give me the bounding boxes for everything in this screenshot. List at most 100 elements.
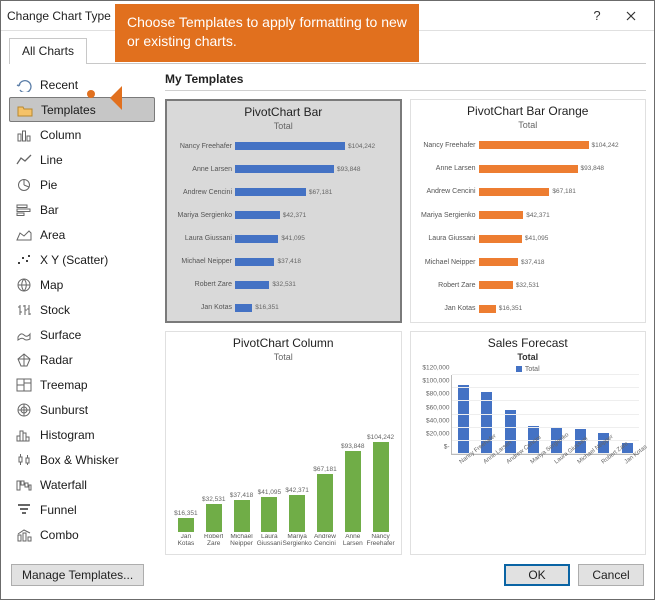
template-subtitle: Total [417, 120, 640, 130]
scatter-icon [15, 252, 33, 268]
bar-row: Robert Zare$32,531 [177, 279, 390, 290]
column: $93,848AnneLarsen [342, 443, 364, 550]
bar-row: Robert Zare$32,531 [421, 280, 636, 291]
column: $32,531RobertZare [203, 496, 225, 550]
template-title: Sales Forecast [417, 336, 640, 350]
sidebar-item-label: Line [40, 153, 63, 167]
sidebar-item-label: Histogram [40, 428, 95, 442]
cancel-button[interactable]: Cancel [578, 564, 644, 586]
sidebar-item-label: Pie [40, 178, 57, 192]
template-sales-forecast[interactable]: Sales Forecast Total Total $-$20,000$40,… [410, 331, 647, 555]
sidebar-item-label: Column [40, 128, 81, 142]
section-header: My Templates [165, 72, 646, 91]
template-title: PivotChart Bar [173, 105, 394, 119]
manage-templates-button[interactable]: Manage Templates... [11, 564, 144, 586]
waterfall-icon [15, 477, 33, 493]
line-icon [15, 152, 33, 168]
radar-icon [15, 352, 33, 368]
area-icon [15, 227, 33, 243]
template-pivotchart-bar[interactable]: PivotChart Bar Total Nancy Freehafer$104… [165, 99, 402, 323]
help-button[interactable]: ? [580, 5, 614, 27]
funnel-icon [15, 502, 33, 518]
forecast-bar [458, 385, 469, 454]
main-area: Recent Templates Column Line Pie Bar Area X Y (… [9, 64, 646, 555]
bar-row: Andrew Cencini$67,181 [421, 186, 636, 197]
template-subtitle: Total [173, 121, 394, 131]
sidebar-item-funnel[interactable]: Funnel [9, 497, 155, 522]
column: $37,418MichaelNeipper [231, 492, 253, 550]
tooltip-callout: Choose Templates to apply formatting to … [115, 4, 419, 62]
sidebar-item-label: Combo [40, 528, 79, 542]
recent-icon [15, 77, 33, 93]
bar-row: Anne Larsen$93,848 [177, 164, 390, 175]
sidebar-item-templates[interactable]: Templates [9, 97, 155, 122]
column: $104,242NancyFreehafer [370, 434, 392, 550]
template-title: PivotChart Bar Orange [417, 104, 640, 118]
callout-text: Choose Templates to apply formatting to … [127, 14, 407, 49]
sidebar-item-radar[interactable]: Radar [9, 347, 155, 372]
sidebar-item-surface[interactable]: Surface [9, 322, 155, 347]
sidebar-item-histogram[interactable]: Histogram [9, 422, 155, 447]
sidebar-item-treemap[interactable]: Treemap [9, 372, 155, 397]
close-button[interactable] [614, 5, 648, 27]
template-title: PivotChart Column [172, 336, 395, 350]
sidebar-item-scatter[interactable]: X Y (Scatter) [9, 247, 155, 272]
chart-preview-bar-blue: Nancy Freehafer$104,242Anne Larsen$93,84… [173, 135, 394, 319]
tab-all-charts[interactable]: All Charts [9, 38, 87, 64]
sidebar-item-label: Treemap [40, 378, 88, 392]
ok-button[interactable]: OK [504, 564, 570, 586]
column: $16,351JanKotas [175, 510, 197, 550]
sidebar-item-box[interactable]: Box & Whisker [9, 447, 155, 472]
treemap-icon [15, 377, 33, 393]
forecast-xlabels: Nancy FreehaferAnne LarsenAndrew Cencini… [451, 456, 640, 462]
change-chart-type-dialog: Change Chart Type ? Choose Templates to … [0, 0, 655, 600]
sidebar-item-area[interactable]: Area [9, 222, 155, 247]
template-pivotchart-column[interactable]: PivotChart Column Total $16,351JanKotas$… [165, 331, 402, 555]
chart-preview-column-green: $16,351JanKotas $32,531RobertZare $37,418M… [172, 366, 395, 552]
bar-row: Nancy Freehafer$104,242 [421, 140, 636, 151]
forecast-legend: Total [417, 366, 640, 373]
sidebar-item-pie[interactable]: Pie [9, 172, 155, 197]
template-subtitle: Total [417, 352, 640, 362]
sidebar-item-line[interactable]: Line [9, 147, 155, 172]
sidebar-item-sunburst[interactable]: Sunburst [9, 397, 155, 422]
sidebar-item-column[interactable]: Column [9, 122, 155, 147]
close-icon [626, 11, 636, 21]
bar-row: Jan Kotas$16,351 [177, 302, 390, 313]
template-pivotchart-bar-orange[interactable]: PivotChart Bar Orange Total Nancy Freeha… [410, 99, 647, 323]
sidebar-item-label: Area [40, 228, 65, 242]
sidebar-item-label: Funnel [40, 503, 77, 517]
sidebar-item-label: Recent [40, 78, 78, 92]
sidebar-item-label: Templates [41, 103, 96, 117]
stock-icon [15, 302, 33, 318]
sidebar-item-bar[interactable]: Bar [9, 197, 155, 222]
sidebar-item-label: Radar [40, 353, 73, 367]
sunburst-icon [15, 402, 33, 418]
bar-row: Michael Neipper$37,418 [421, 257, 636, 268]
templates-icon [16, 102, 34, 118]
bar-row: Laura Giussani$41,095 [177, 233, 390, 244]
histogram-icon [15, 427, 33, 443]
box-icon [15, 452, 33, 468]
templates-grid: PivotChart Bar Total Nancy Freehafer$104… [165, 99, 646, 555]
bar-row: Michael Neipper$37,418 [177, 256, 390, 267]
sidebar-item-map[interactable]: Map [9, 272, 155, 297]
sidebar-item-label: Sunburst [40, 403, 88, 417]
sidebar-item-label: X Y (Scatter) [40, 253, 108, 267]
sidebar-item-stock[interactable]: Stock [9, 297, 155, 322]
bar-row: Anne Larsen$93,848 [421, 163, 636, 174]
chart-preview-bar-orange: Nancy Freehafer$104,242 Anne Larsen$93,84… [417, 134, 640, 320]
chart-type-sidebar: Recent Templates Column Line Pie Bar Area X Y (… [9, 72, 155, 555]
bar-row: Mariya Sergienko$42,371 [177, 210, 390, 221]
sidebar-item-label: Map [40, 278, 63, 292]
sidebar-item-recent[interactable]: Recent [9, 72, 155, 97]
sidebar-item-combo[interactable]: Combo [9, 522, 155, 547]
column: $67,181AndrewCencini [314, 466, 336, 550]
chart-preview-forecast: Total $-$20,000$40,000$60,000$80,000$100… [417, 366, 640, 552]
bar-row: Jan Kotas$16,351 [421, 303, 636, 314]
combo-icon [15, 527, 33, 543]
sidebar-item-label: Box & Whisker [40, 453, 119, 467]
sidebar-item-waterfall[interactable]: Waterfall [9, 472, 155, 497]
forecast-plot: $-$20,000$40,000$60,000$80,000$100,000$1… [451, 375, 640, 455]
column: $41,095LauraGiussani [258, 489, 280, 550]
